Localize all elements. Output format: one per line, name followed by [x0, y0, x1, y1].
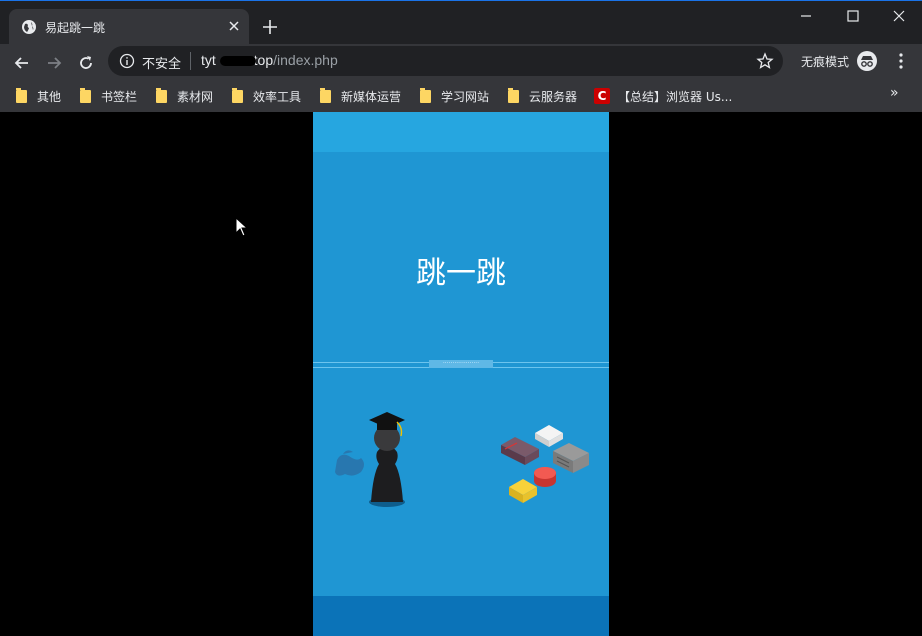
bookmarks-bar: 其他 书签栏 素材网 效率工具 新媒体运营 学习网站 云服务器 C 【总结】浏览器… [0, 80, 922, 112]
bookmarks-overflow-icon[interactable]: » [890, 85, 899, 101]
bookmark-label: 素材网 [177, 89, 214, 104]
bookmark-item[interactable]: 书签栏 [80, 85, 137, 107]
bookmark-label: 云服务器 [529, 89, 578, 104]
close-tab-icon[interactable] [225, 17, 243, 35]
bookmark-star-icon[interactable] [756, 52, 774, 70]
info-icon[interactable] [119, 53, 135, 69]
incognito-icon[interactable] [856, 50, 878, 72]
folder-icon [16, 87, 27, 103]
browser-chrome: 易起跳一跳 不安全 tyt .top/index.php 无痕模式 其他 书签栏… [0, 0, 922, 112]
minimize-icon[interactable] [795, 5, 817, 27]
bookmark-label: 【总结】浏览器 Us... [618, 89, 733, 104]
reload-icon[interactable] [75, 52, 97, 74]
folder-icon [420, 87, 431, 103]
game-header-band [313, 112, 609, 152]
bookmark-label: 新媒体运营 [341, 89, 402, 104]
bookmark-item[interactable]: 学习网站 [420, 85, 489, 107]
folder-icon [80, 87, 91, 103]
bookmark-item[interactable]: 新媒体运营 [320, 85, 401, 107]
game-footer-band [313, 596, 609, 636]
game-title: 跳一跳 [416, 256, 506, 291]
window-close-icon[interactable] [888, 5, 910, 27]
game-canvas[interactable]: 跳一跳 ··················· [313, 112, 609, 636]
tab-active[interactable]: 易起跳一跳 [9, 9, 249, 45]
folder-icon [508, 87, 519, 103]
bookmark-item[interactable]: 素材网 [156, 85, 213, 107]
menu-dots-icon[interactable] [893, 52, 909, 70]
url-path: /index.php [273, 52, 338, 68]
bookmark-item[interactable]: 效率工具 [232, 85, 301, 107]
tab-title: 易起跳一跳 [45, 21, 106, 35]
bookmark-label: 效率工具 [253, 89, 302, 104]
redaction-mark [220, 56, 256, 66]
player-piece-icon [335, 412, 405, 507]
folder-icon [320, 87, 331, 103]
forward-arrow-icon[interactable] [43, 52, 65, 74]
game-banner: ··················· [429, 360, 493, 368]
back-arrow-icon[interactable] [11, 52, 33, 74]
security-label[interactable]: 不安全 [142, 53, 181, 72]
tab-strip: 易起跳一跳 [0, 0, 922, 45]
globe-icon [22, 20, 36, 34]
omnibox-divider [190, 52, 191, 70]
platform-blocks-icon [501, 425, 589, 503]
url-host: tyt [201, 52, 216, 68]
csdn-icon: C [594, 88, 610, 104]
folder-icon [232, 87, 243, 103]
mouse-cursor-icon [235, 217, 249, 237]
maximize-icon[interactable] [842, 5, 864, 27]
bookmark-item[interactable]: C 【总结】浏览器 Us... [594, 85, 732, 107]
folder-icon [156, 87, 167, 103]
new-tab-icon[interactable] [259, 16, 281, 38]
incognito-label[interactable]: 无痕模式 [801, 53, 849, 70]
bookmark-label: 其他 [37, 89, 62, 104]
bookmark-label: 书签栏 [101, 89, 138, 104]
bookmark-label: 学习网站 [441, 89, 490, 104]
bookmark-item[interactable]: 其他 [16, 85, 61, 107]
bookmark-item[interactable]: 云服务器 [508, 85, 577, 107]
address-bar[interactable]: 不安全 tyt .top/index.php [108, 46, 783, 76]
